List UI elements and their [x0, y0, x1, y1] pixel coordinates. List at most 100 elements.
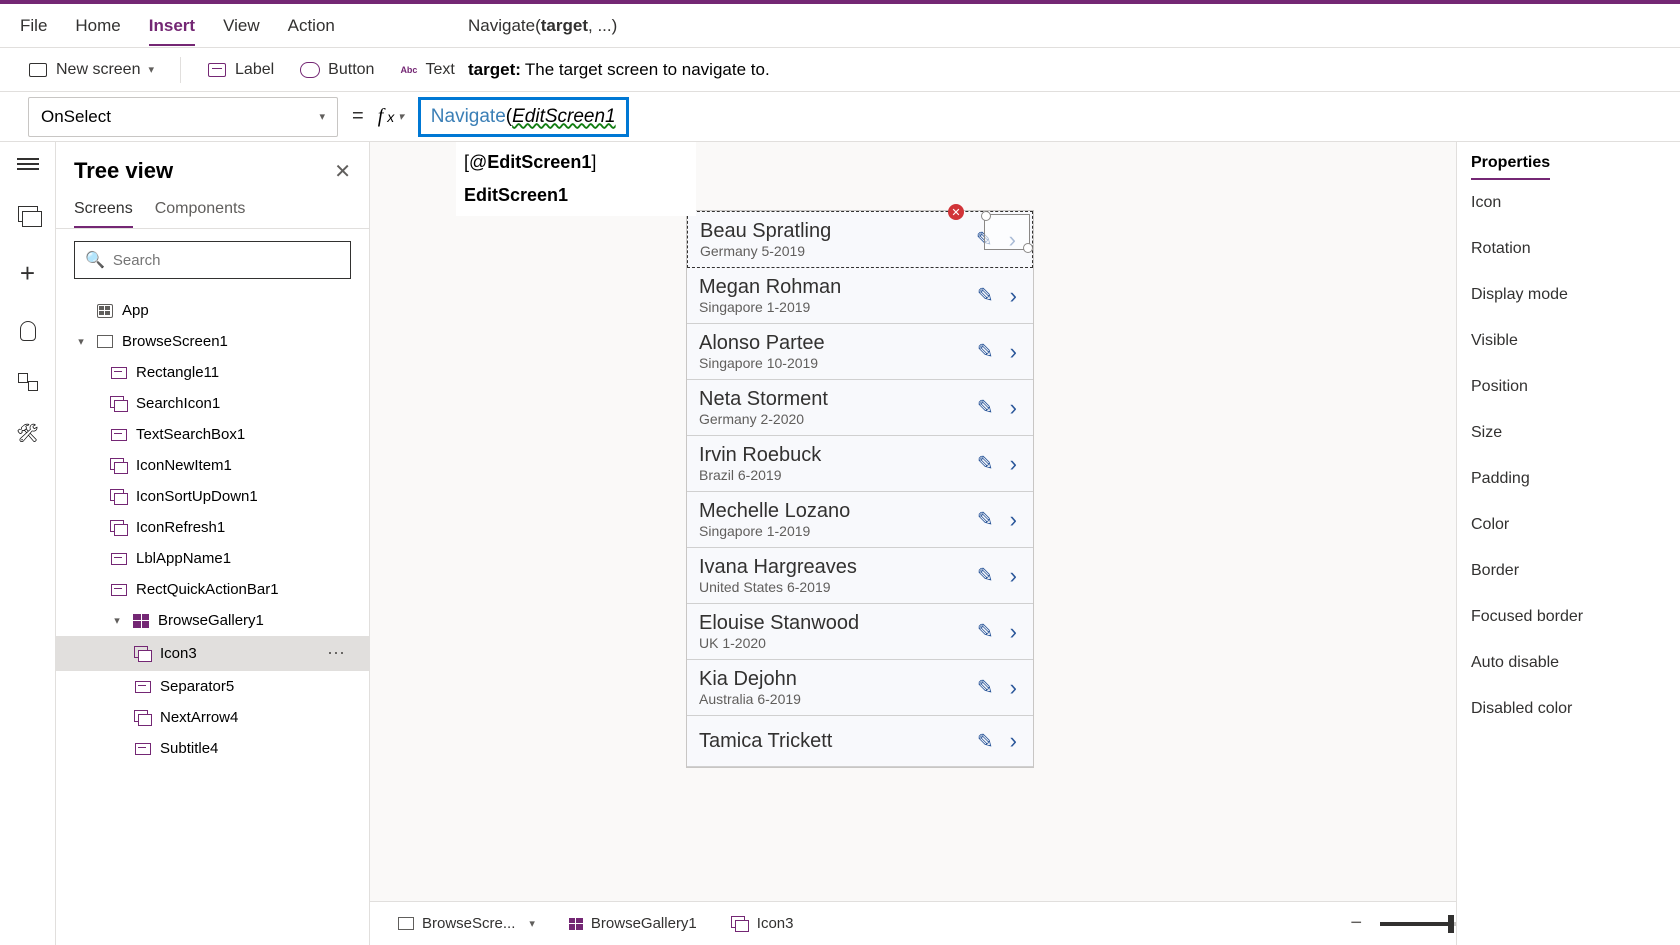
autocomplete-item[interactable]: EditScreen1	[456, 179, 696, 212]
chevron-right-icon[interactable]: ›	[1006, 447, 1021, 481]
rectangle-icon	[111, 584, 127, 596]
edit-icon[interactable]: ✎	[973, 559, 998, 592]
label-icon	[208, 63, 226, 77]
list-item[interactable]: Beau SpratlingGermany 5-2019✎›✕	[687, 211, 1033, 268]
chevron-right-icon[interactable]: ›	[1006, 391, 1021, 425]
button-button[interactable]: Button	[300, 61, 374, 79]
tree-node-browsegallery[interactable]: ▾ BrowseGallery1	[56, 605, 369, 636]
property-row[interactable]: Display mode	[1457, 272, 1680, 318]
gallery-icon	[569, 918, 583, 930]
insert-icon[interactable]: +	[20, 258, 35, 289]
more-icon[interactable]: ⋯	[327, 643, 361, 664]
edit-icon[interactable]: ✎	[973, 279, 998, 312]
label-button[interactable]: Label	[207, 61, 274, 79]
tree-node-rectangle[interactable]: Rectangle11	[56, 357, 369, 388]
chevron-down-icon[interactable]: ▾	[110, 614, 124, 627]
new-screen-button[interactable]: New screen ▾	[28, 61, 154, 79]
property-row[interactable]: Position	[1457, 364, 1680, 410]
search-input[interactable]	[113, 252, 340, 269]
menu-view[interactable]: View	[223, 16, 260, 36]
property-row[interactable]: Visible	[1457, 318, 1680, 364]
edit-icon[interactable]: ✎	[973, 503, 998, 536]
property-row[interactable]: Focused border	[1457, 594, 1680, 640]
tree-node-iconrefresh[interactable]: IconRefresh1	[56, 512, 369, 543]
property-row[interactable]: Disabled color	[1457, 686, 1680, 732]
chevron-right-icon[interactable]: ›	[1006, 559, 1021, 593]
gallery-icon	[133, 614, 149, 628]
list-item[interactable]: Ivana HargreavesUnited States 6-2019✎›	[687, 548, 1033, 604]
edit-icon[interactable]: ✎	[973, 335, 998, 368]
hamburger-icon[interactable]	[17, 158, 39, 174]
list-item[interactable]: Irvin RoebuckBrazil 6-2019✎›	[687, 436, 1033, 492]
tree-node-icon3[interactable]: Icon3 ⋯	[56, 636, 369, 671]
menu-home[interactable]: Home	[75, 16, 120, 36]
tree-node-app[interactable]: App	[56, 295, 369, 326]
tree-node-subtitle[interactable]: Subtitle4	[56, 733, 369, 764]
selection-handles[interactable]	[984, 214, 1030, 250]
autocomplete-item[interactable]: [@EditScreen1]	[456, 146, 696, 179]
property-row[interactable]: Padding	[1457, 456, 1680, 502]
tree-node-nextarrow[interactable]: NextArrow4	[56, 702, 369, 733]
menu-insert[interactable]: Insert	[149, 16, 195, 46]
edit-icon[interactable]: ✎	[973, 615, 998, 648]
list-item[interactable]: Kia DejohnAustralia 6-2019✎›	[687, 660, 1033, 716]
chevron-down-icon[interactable]: ▾	[74, 335, 88, 348]
property-row[interactable]: Border	[1457, 548, 1680, 594]
property-row[interactable]: Size	[1457, 410, 1680, 456]
tab-properties[interactable]: Properties	[1471, 154, 1550, 180]
tree-node-browsescreen[interactable]: ▾ BrowseScreen1	[56, 326, 369, 357]
edit-icon[interactable]: ✎	[973, 671, 998, 704]
tree-node-lblappname[interactable]: LblAppName1	[56, 543, 369, 574]
menu-file[interactable]: File	[20, 16, 47, 36]
tree-view-icon[interactable]	[18, 206, 38, 226]
chevron-down-icon[interactable]: ▾	[529, 917, 535, 930]
error-icon[interactable]: ✕	[948, 204, 964, 220]
list-item[interactable]: Elouise StanwoodUK 1-2020✎›	[687, 604, 1033, 660]
zoom-out-button[interactable]: −	[1344, 912, 1368, 935]
browse-screen-preview[interactable]: Beau SpratlingGermany 5-2019✎›✕Megan Roh…	[686, 210, 1034, 768]
chevron-right-icon[interactable]: ›	[1006, 503, 1021, 537]
tools-icon[interactable]: 🛠	[16, 423, 39, 444]
tree-node-separator[interactable]: Separator5	[56, 671, 369, 702]
tree-node-iconnewitem[interactable]: IconNewItem1	[56, 450, 369, 481]
chevron-down-icon: ▾	[398, 110, 404, 123]
property-row[interactable]: Auto disable	[1457, 640, 1680, 686]
property-selector[interactable]: OnSelect ▾	[28, 97, 338, 137]
tree-node-iconsort[interactable]: IconSortUpDown1	[56, 481, 369, 512]
breadcrumb-screen[interactable]: BrowseScre... ▾	[390, 911, 543, 936]
chevron-right-icon[interactable]: ›	[1006, 724, 1021, 758]
tree-search[interactable]: 🔍	[74, 241, 351, 279]
tab-components[interactable]: Components	[155, 192, 246, 228]
list-item[interactable]: Megan RohmanSingapore 1-2019✎›	[687, 268, 1033, 324]
menu-action[interactable]: Action	[288, 16, 335, 36]
list-item-name: Elouise Stanwood	[699, 612, 965, 635]
edit-icon[interactable]: ✎	[973, 391, 998, 424]
property-row[interactable]: Rotation	[1457, 226, 1680, 272]
chevron-right-icon[interactable]: ›	[1006, 615, 1021, 649]
chevron-right-icon[interactable]: ›	[1006, 335, 1021, 369]
chevron-right-icon[interactable]: ›	[1006, 279, 1021, 313]
property-row[interactable]: Color	[1457, 502, 1680, 548]
list-item[interactable]: Tamica Trickett✎›	[687, 716, 1033, 767]
tree-node-searchicon[interactable]: SearchIcon1	[56, 388, 369, 419]
tree-node-textsearchbox[interactable]: TextSearchBox1	[56, 419, 369, 450]
tab-screens[interactable]: Screens	[74, 192, 133, 228]
list-item[interactable]: Alonso ParteeSingapore 10-2019✎›	[687, 324, 1033, 380]
property-row[interactable]: Icon	[1457, 180, 1680, 226]
breadcrumb-gallery[interactable]: BrowseGallery1	[561, 911, 705, 936]
list-item[interactable]: Mechelle LozanoSingapore 1-2019✎›	[687, 492, 1033, 548]
screen-icon	[398, 917, 414, 930]
breadcrumb-icon3[interactable]: Icon3	[723, 911, 802, 936]
data-icon[interactable]	[20, 321, 36, 341]
list-item-name: Mechelle Lozano	[699, 500, 965, 523]
edit-icon[interactable]: ✎	[973, 725, 998, 758]
list-item-name: Neta Storment	[699, 388, 965, 411]
media-icon[interactable]	[18, 373, 38, 391]
edit-icon[interactable]: ✎	[973, 447, 998, 480]
formula-input[interactable]: Navigate(EditScreen1	[418, 97, 629, 137]
list-item[interactable]: Neta StormentGermany 2-2020✎›	[687, 380, 1033, 436]
close-icon[interactable]: ✕	[334, 159, 351, 184]
tree-node-rectquick[interactable]: RectQuickActionBar1	[56, 574, 369, 605]
chevron-right-icon[interactable]: ›	[1006, 671, 1021, 705]
fx-icon[interactable]: fx ▾	[378, 105, 404, 128]
